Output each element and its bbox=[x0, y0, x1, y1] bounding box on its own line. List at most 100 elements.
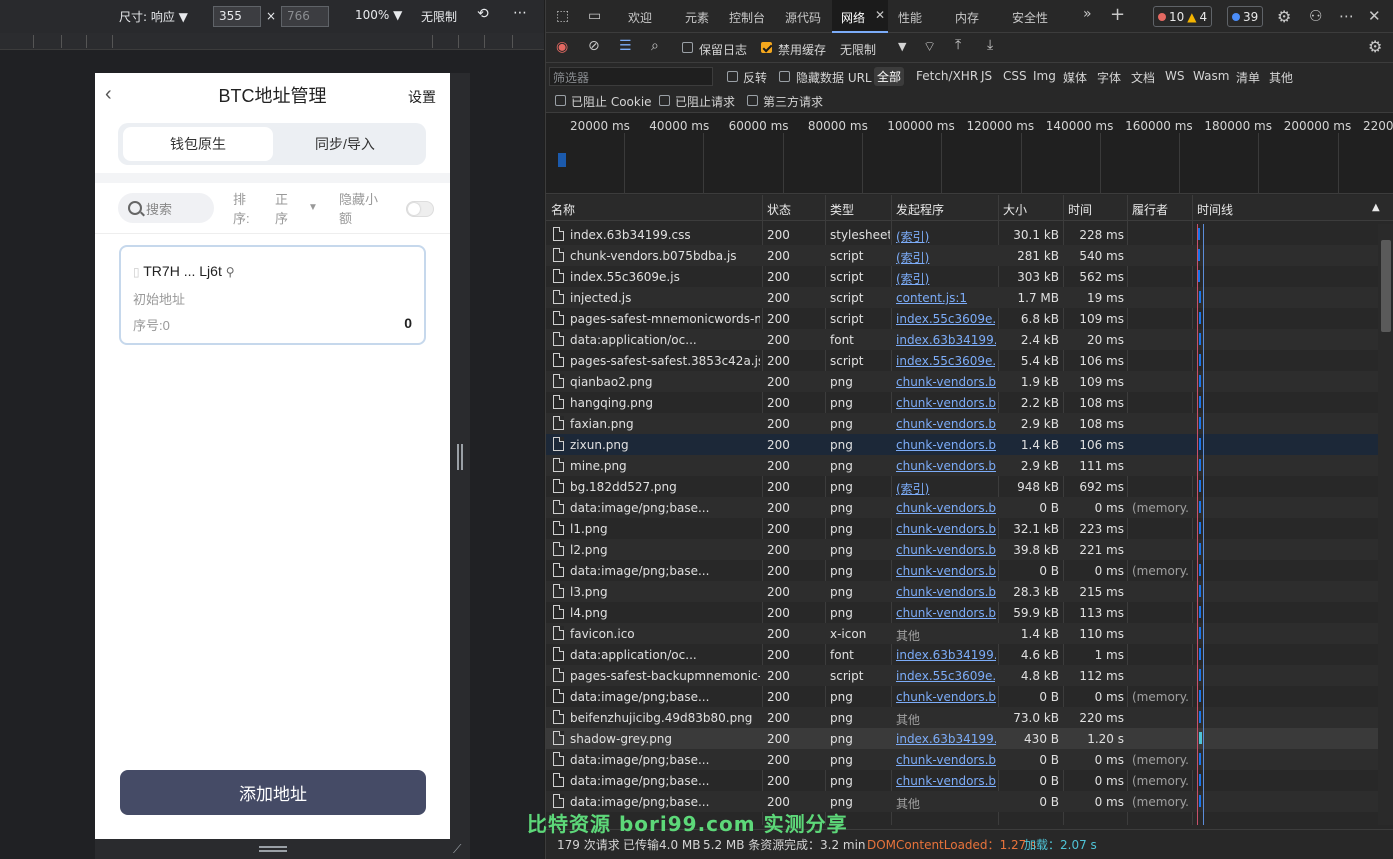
tab-security[interactable]: 安全性 bbox=[1012, 9, 1048, 26]
disable-cache-checkbox[interactable] bbox=[761, 42, 772, 53]
throttle-select[interactable]: 无限制 bbox=[840, 41, 876, 58]
table-row[interactable]: favicon.ico 200 x-icon 其他 1.4 kB 110 ms bbox=[546, 623, 1378, 644]
throttle-chevron-icon[interactable]: ▼ bbox=[898, 40, 906, 53]
cell-initiator[interactable]: index.55c3609e.j... bbox=[896, 354, 996, 368]
type-filter-js[interactable]: JS bbox=[981, 69, 992, 83]
cell-initiator[interactable]: chunk-vendors.b... bbox=[896, 564, 996, 578]
tab-welcome[interactable]: 欢迎 bbox=[628, 9, 652, 26]
inspect-element-icon[interactable]: ⬚ bbox=[556, 8, 569, 24]
table-row[interactable]: pages-safest-mnemonicwords-m... 200 script… bbox=[546, 308, 1378, 329]
device-toggle-icon[interactable]: ▭ bbox=[588, 8, 601, 24]
record-icon[interactable]: ◉ bbox=[556, 39, 568, 55]
dimensions-dropdown[interactable]: 尺寸: 响应 ▼ bbox=[119, 8, 188, 25]
table-row[interactable]: l3.png 200 png chunk-vendors.b... 28.3 kB 215… bbox=[546, 581, 1378, 602]
table-row[interactable]: shadow-grey.png 200 png index.63b34199.... 4… bbox=[546, 728, 1378, 749]
blocked-requests-checkbox[interactable] bbox=[659, 95, 670, 106]
cell-initiator[interactable]: (索引) bbox=[896, 270, 996, 287]
cell-initiator[interactable]: chunk-vendors.b... bbox=[896, 690, 996, 704]
table-row[interactable]: beifenzhujicibg.49d83b80.png 200 png 其他 73.0… bbox=[546, 707, 1378, 728]
table-row[interactable]: data:application/oc... 200 font index.63b34… bbox=[546, 329, 1378, 350]
tab-elements[interactable]: 元素 bbox=[685, 9, 709, 26]
cell-initiator[interactable]: (索引) bbox=[896, 228, 996, 245]
col-name[interactable]: 名称 bbox=[551, 201, 575, 218]
sort-up-icon[interactable]: ▲ bbox=[1372, 202, 1380, 213]
network-settings-icon[interactable]: ⚙ bbox=[1368, 37, 1382, 56]
type-filter-css[interactable]: CSS bbox=[1003, 69, 1027, 83]
cell-initiator[interactable]: chunk-vendors.b... bbox=[896, 417, 996, 431]
rotate-icon[interactable]: ⟲ bbox=[477, 6, 489, 22]
cell-initiator[interactable]: chunk-vendors.b... bbox=[896, 753, 996, 767]
vertical-scrollbar-thumb[interactable] bbox=[1381, 240, 1391, 332]
cell-initiator[interactable]: index.63b34199.... bbox=[896, 648, 996, 662]
tab-sources[interactable]: 源代码 bbox=[785, 9, 821, 26]
cell-initiator[interactable]: index.55c3609e.j... bbox=[896, 312, 996, 326]
col-type[interactable]: 类型 bbox=[830, 201, 854, 218]
col-initiator[interactable]: 发起程序 bbox=[896, 201, 944, 218]
hide-small-toggle[interactable] bbox=[406, 201, 434, 217]
type-filter-other[interactable]: 其他 bbox=[1269, 69, 1293, 86]
type-filter-media[interactable]: 媒体 bbox=[1063, 69, 1087, 86]
bottom-resize-handle[interactable] bbox=[259, 846, 287, 852]
network-overview[interactable]: 20000 ms 40000 ms 60000 ms 80000 ms 100000 m… bbox=[546, 113, 1393, 194]
sort-dropdown-icon[interactable]: ▼ bbox=[308, 198, 318, 218]
close-devtools-icon[interactable]: ✕ bbox=[1368, 7, 1381, 25]
tab-memory[interactable]: 内存 bbox=[955, 9, 979, 26]
back-arrow-icon[interactable]: ‹ bbox=[105, 83, 112, 106]
table-row[interactable]: injected.js 200 script content.js:1 1.7 MB 19… bbox=[546, 287, 1378, 308]
width-input[interactable]: 355 bbox=[213, 6, 261, 27]
search-icon[interactable]: ⌕ bbox=[651, 38, 659, 54]
copy-icon[interactable]: ▯ bbox=[133, 265, 140, 279]
table-row[interactable]: data:image/png;base... 200 png chunk-vendor… bbox=[546, 497, 1378, 518]
tab-performance[interactable]: 性能 bbox=[898, 9, 922, 26]
col-status[interactable]: 状态 bbox=[767, 201, 791, 218]
cell-initiator[interactable]: (索引) bbox=[896, 249, 996, 266]
type-filter-wasm[interactable]: Wasm bbox=[1193, 69, 1229, 83]
filter-icon[interactable]: ☰ bbox=[619, 38, 632, 54]
search-input[interactable]: 搜索 bbox=[118, 193, 214, 223]
table-row[interactable]: data:image/png;base... 200 png chunk-vendor… bbox=[546, 749, 1378, 770]
table-row[interactable]: faxian.png 200 png chunk-vendors.b... 2.9 kB… bbox=[546, 413, 1378, 434]
third-party-checkbox[interactable] bbox=[747, 95, 758, 106]
tab-sync-import[interactable]: 同步/导入 bbox=[270, 127, 420, 161]
cell-initiator[interactable]: content.js:1 bbox=[896, 291, 996, 305]
import-har-icon[interactable]: ⤒ bbox=[955, 37, 961, 53]
tab-console[interactable]: 控制台 bbox=[729, 9, 765, 26]
info-badge[interactable]: 39 bbox=[1227, 6, 1264, 27]
table-row[interactable]: l1.png 200 png chunk-vendors.b... 32.1 kB 223… bbox=[546, 518, 1378, 539]
table-row[interactable]: chunk-vendors.b075bdba.js 200 script (索引) 28… bbox=[546, 245, 1378, 266]
cell-initiator[interactable]: chunk-vendors.b... bbox=[896, 396, 996, 410]
type-filter-all[interactable]: 全部 bbox=[874, 67, 905, 86]
table-row[interactable]: l2.png 200 png chunk-vendors.b... 39.8 kB 221… bbox=[546, 539, 1378, 560]
col-waterfall[interactable]: 时间线 bbox=[1197, 201, 1233, 218]
tab-network[interactable]: 网络 bbox=[841, 9, 865, 26]
sort-value-line2[interactable]: 序 bbox=[275, 209, 288, 229]
table-row[interactable]: l4.png 200 png chunk-vendors.b... 59.9 kB 113… bbox=[546, 602, 1378, 623]
preserve-log-checkbox[interactable] bbox=[682, 42, 693, 53]
sort-value-line1[interactable]: 正 bbox=[275, 190, 288, 210]
cell-initiator[interactable]: index.63b34199.... bbox=[896, 333, 996, 347]
network-conditions-icon[interactable]: ⌔ bbox=[923, 38, 936, 56]
cell-initiator[interactable]: chunk-vendors.b... bbox=[896, 501, 996, 515]
cell-initiator[interactable]: chunk-vendors.b... bbox=[896, 459, 996, 473]
cell-initiator[interactable]: (索引) bbox=[896, 480, 996, 497]
type-filter-fetch[interactable]: Fetch/XHR bbox=[916, 69, 978, 83]
hide-data-url-checkbox[interactable] bbox=[779, 71, 790, 82]
cell-initiator[interactable]: chunk-vendors.b... bbox=[896, 438, 996, 452]
table-row[interactable]: data:image/png;base... 200 png chunk-vendor… bbox=[546, 686, 1378, 707]
more-tabs-icon[interactable]: » bbox=[1083, 6, 1092, 22]
table-row[interactable]: data:image/png;base... 200 png chunk-vendor… bbox=[546, 560, 1378, 581]
type-filter-font[interactable]: 字体 bbox=[1097, 69, 1121, 86]
cell-initiator[interactable]: chunk-vendors.b... bbox=[896, 375, 996, 389]
col-fulfilled-by[interactable]: 履行者 bbox=[1132, 201, 1168, 218]
cell-initiator[interactable]: chunk-vendors.b... bbox=[896, 543, 996, 557]
issues-badge[interactable]: 10 ▲ 4 bbox=[1153, 6, 1213, 27]
search-address-icon[interactable]: ⚲ bbox=[226, 265, 235, 279]
clear-icon[interactable]: ⊘ bbox=[588, 38, 600, 54]
cell-initiator[interactable]: index.55c3609e.j... bbox=[896, 669, 996, 683]
table-row[interactable]: zixun.png 200 png chunk-vendors.b... 1.4 kB 1… bbox=[546, 434, 1378, 455]
add-tab-icon[interactable]: + bbox=[1110, 4, 1125, 25]
type-filter-doc[interactable]: 文档 bbox=[1131, 69, 1155, 86]
height-input[interactable]: 766 bbox=[281, 6, 329, 27]
type-filter-img[interactable]: Img bbox=[1033, 69, 1056, 83]
table-row[interactable]: pages-safest-backupmnemonic-b... 200 scrip… bbox=[546, 665, 1378, 686]
